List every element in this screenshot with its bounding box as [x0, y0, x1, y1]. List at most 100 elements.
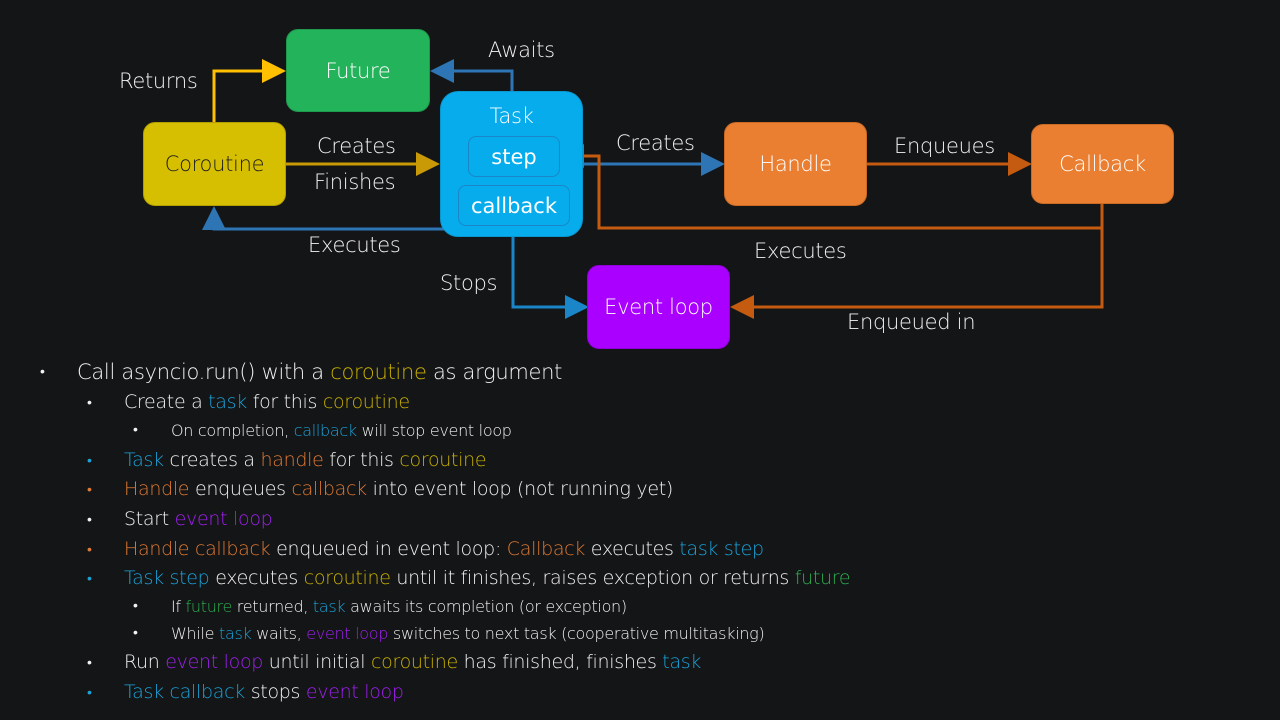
event-loop-node: Event loop: [587, 265, 730, 349]
bullet-text-segment: for this: [246, 391, 323, 413]
bullet-text-segment: creates a: [163, 449, 261, 471]
edge-label-creates-handle: Creates: [616, 131, 695, 155]
bullet-text: Handle callback enqueued in event loop: …: [124, 538, 764, 560]
highlight-term: Task callback: [124, 681, 245, 703]
bullet-text-segment: will stop event loop: [356, 421, 512, 440]
highlight-term: event loop: [165, 651, 264, 673]
edge-label-finishes: Finishes: [314, 170, 396, 194]
bullet-text-segment: Start: [124, 508, 175, 530]
highlight-term: coroutine: [399, 449, 487, 471]
asyncio-flow-diagram: Future Coroutine Task step callback Hand…: [0, 0, 1280, 360]
highlight-term: task: [312, 597, 346, 616]
task-callback-label: callback: [471, 193, 557, 218]
coroutine-label: Coroutine: [164, 152, 265, 176]
bullet-text: Handle enqueues callback into event loop…: [124, 478, 673, 500]
bullet-dot-icon: •: [87, 655, 92, 671]
bullet-text-segment: has finished, finishes: [457, 651, 663, 673]
bullet-dot-icon: •: [87, 685, 92, 701]
highlight-term: Handle: [124, 478, 190, 500]
bullet-text-segment: enqueued in event loop:: [270, 538, 507, 560]
edge-label-returns: Returns: [119, 69, 198, 93]
bullet-text-segment: switches to next task (cooperative multi…: [388, 624, 765, 643]
bullet-text-segment: Call asyncio.run() with a: [77, 360, 331, 384]
highlight-term: coroutine: [330, 360, 427, 384]
bullet-dot-icon: •: [87, 453, 92, 469]
bullet-text: On completion, callback will stop event …: [171, 421, 512, 440]
highlight-term: event loop: [305, 681, 404, 703]
event-loop-label: Event loop: [604, 295, 713, 319]
highlight-term: coroutine: [371, 651, 458, 673]
bullet-text-segment: stops: [244, 681, 306, 703]
highlight-term: Handle callback: [124, 538, 271, 560]
bullet-dot-icon: •: [87, 512, 92, 528]
future-node: Future: [286, 29, 430, 112]
callback-label: Callback: [1059, 152, 1146, 176]
task-callback-node: callback: [458, 185, 570, 226]
edge-label-enqueued-in: Enqueued in: [847, 310, 976, 334]
highlight-term: handle: [260, 449, 324, 471]
highlight-term: Task: [124, 449, 164, 471]
task-step-label: step: [491, 144, 537, 169]
bullet-dot-icon: •: [133, 625, 138, 641]
bullet-dot-icon: •: [87, 482, 92, 498]
handle-label: Handle: [759, 152, 832, 176]
callback-node: Callback: [1031, 124, 1174, 204]
bullet-dot-icon: •: [87, 395, 92, 411]
future-label: Future: [325, 58, 391, 83]
edge-label-enqueues: Enqueues: [894, 134, 995, 158]
arrow-returns: [212, 59, 286, 122]
bullet-text-segment: returned,: [232, 597, 313, 616]
highlight-term: event loop: [174, 508, 273, 530]
bullet-text: Task creates a handle for this coroutine: [124, 449, 487, 471]
bullet-text: Run event loop until initial coroutine h…: [124, 651, 701, 673]
bullet-text-segment: until initial: [263, 651, 371, 673]
bullet-dot-icon: •: [133, 422, 138, 438]
bullet-text-segment: executes: [585, 538, 680, 560]
bullet-dot-icon: •: [40, 364, 45, 380]
bullet-text-segment: as argument: [426, 360, 563, 384]
highlight-term: coroutine: [303, 567, 391, 589]
highlight-term: event loop: [306, 624, 389, 643]
highlight-term: coroutine: [322, 391, 410, 413]
bullet-text: Call asyncio.run() with a coroutine as a…: [77, 360, 562, 384]
handle-node: Handle: [724, 122, 867, 206]
highlight-term: callback: [293, 421, 357, 440]
highlight-term: task: [208, 391, 247, 413]
bullet-text-segment: If: [171, 597, 186, 616]
arrow-awaits: [430, 59, 514, 92]
task-label: Task: [489, 104, 534, 128]
bullet-text: If future returned, task awaits its comp…: [171, 597, 627, 616]
bullet-text-segment: until it finishes, raises exception or r…: [390, 567, 795, 589]
coroutine-node: Coroutine: [143, 122, 286, 206]
bullet-text-segment: enqueues: [189, 478, 292, 500]
task-step-node: step: [468, 136, 560, 177]
highlight-term: Callback: [506, 538, 586, 560]
bullet-text: Task callback stops event loop: [124, 681, 404, 703]
highlight-term: Task step: [124, 567, 210, 589]
bullet-dot-icon: •: [133, 598, 138, 614]
bullet-text: While task waits, event loop switches to…: [171, 624, 765, 643]
bullet-dot-icon: •: [87, 542, 92, 558]
edge-label-stops: Stops: [440, 271, 498, 295]
edge-label-creates-task: Creates: [317, 134, 396, 158]
highlight-term: callback: [291, 478, 367, 500]
bullet-text: Start event loop: [124, 508, 273, 530]
edge-label-awaits: Awaits: [488, 38, 555, 62]
bullet-text-segment: executes: [209, 567, 304, 589]
edge-label-executes-step: Executes: [754, 239, 847, 263]
bullet-text-segment: On completion,: [171, 421, 294, 440]
bullet-text-segment: awaits its completion (or exception): [345, 597, 627, 616]
bullet-text-segment: While: [171, 624, 219, 643]
bullet-text-segment: Create a: [124, 391, 209, 413]
bullet-dot-icon: •: [87, 571, 92, 587]
highlight-term: future: [794, 567, 851, 589]
highlight-term: task: [218, 624, 252, 643]
bullet-text-segment: into event loop (not running yet): [366, 478, 674, 500]
bullet-text: Task step executes coroutine until it fi…: [124, 567, 851, 589]
bullet-text-segment: waits,: [251, 624, 307, 643]
arrow-stops: [511, 226, 589, 319]
highlight-term: task step: [679, 538, 764, 560]
highlight-term: future: [185, 597, 233, 616]
bullet-text: Create a task for this coroutine: [124, 391, 410, 413]
edge-label-executes-coroutine: Executes: [308, 233, 401, 257]
